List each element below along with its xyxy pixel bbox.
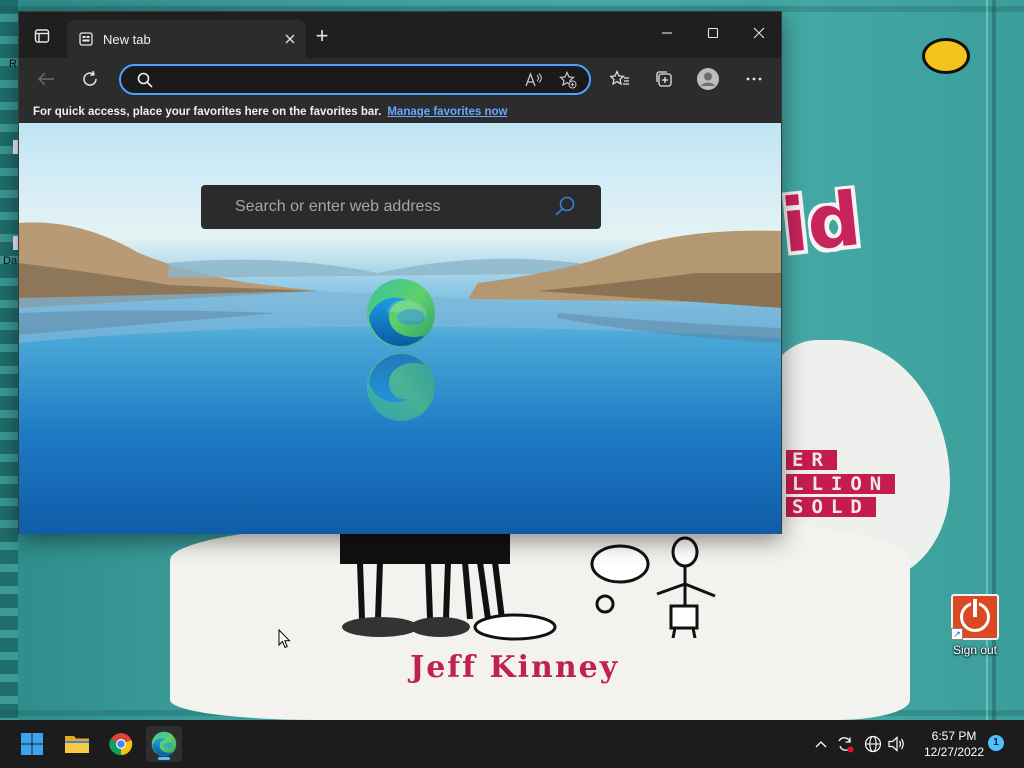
active-app-indicator	[158, 757, 170, 760]
tab-close-button[interactable]	[280, 29, 300, 49]
read-aloud-button[interactable]	[523, 70, 545, 90]
taskbar-clock[interactable]: 6:57 PM 12/27/2022	[914, 728, 994, 760]
windows-start-icon	[21, 733, 43, 755]
collections-icon	[656, 71, 672, 87]
desktop-icon-label-fragment: R	[9, 58, 17, 70]
close-icon	[753, 27, 765, 39]
mouse-cursor-icon	[278, 629, 291, 649]
more-button[interactable]	[741, 68, 767, 90]
search-icon[interactable]	[553, 195, 577, 219]
close-icon	[285, 34, 295, 44]
manage-favorites-link[interactable]: Manage favorites now	[387, 106, 507, 118]
chrome-icon	[109, 733, 133, 756]
refresh-icon	[83, 70, 97, 86]
ntp-search-box[interactable]	[201, 185, 601, 229]
address-bar[interactable]	[119, 64, 591, 95]
notification-badge[interactable]: 1	[988, 735, 1004, 751]
new-tab-page-icon	[79, 32, 93, 46]
wallpaper-legs-drawing	[340, 534, 557, 641]
start-button[interactable]	[14, 726, 50, 762]
search-icon	[137, 72, 153, 88]
taskbar-file-explorer[interactable]	[59, 726, 95, 762]
back-button[interactable]	[33, 68, 59, 90]
globe-icon	[864, 735, 882, 753]
taskbar-chrome[interactable]	[103, 726, 139, 762]
taskbar-edge[interactable]	[146, 726, 182, 762]
refresh-button[interactable]	[77, 68, 103, 90]
profile-button[interactable]	[695, 66, 721, 92]
add-favorite-button[interactable]	[557, 70, 579, 90]
clock-date: 12/27/2022	[923, 745, 985, 759]
wallpaper-banner-line: LLION	[786, 474, 896, 494]
power-icon: ↗	[951, 594, 999, 640]
desktop-icon-label: Sign out	[952, 643, 998, 657]
favorites-button[interactable]	[607, 68, 633, 90]
tray-volume-button[interactable]	[886, 734, 908, 754]
wallpaper-left-strip	[0, 0, 18, 720]
new-tab-button[interactable]: +	[309, 23, 335, 48]
tab-bar: New tab +	[19, 12, 781, 58]
profile-icon	[697, 68, 719, 90]
sync-alert-icon	[838, 737, 854, 753]
favorites-bar: For quick access, place your favorites h…	[19, 100, 781, 123]
clock-time: 6:57 PM	[931, 729, 977, 743]
taskbar: 6:57 PM 12/27/2022 1	[0, 720, 1024, 768]
favorites-bar-message: For quick access, place your favorites h…	[33, 105, 382, 118]
edge-logo-icon	[367, 279, 435, 347]
minimize-icon	[662, 32, 672, 34]
read-aloud-icon	[525, 72, 542, 87]
chevron-up-icon	[815, 741, 827, 748]
wallpaper-author: Jeff Kinney	[410, 650, 620, 685]
new-tab-page	[19, 123, 781, 534]
tab-new-tab[interactable]: New tab	[67, 20, 306, 58]
minimize-button[interactable]	[649, 20, 685, 46]
wallpaper-banner-line: ER	[786, 450, 837, 470]
favorites-icon	[610, 70, 629, 86]
maximize-button[interactable]	[695, 20, 731, 46]
back-icon	[37, 72, 54, 86]
add-favorite-icon	[559, 71, 577, 89]
edge-icon	[151, 731, 177, 757]
tray-network-button[interactable]	[862, 734, 884, 754]
more-icon	[746, 77, 762, 81]
wallpaper-kid-drawing	[590, 536, 716, 639]
tab-actions-button[interactable]	[31, 26, 53, 46]
edge-browser-window: New tab + For quick access, place your f…	[18, 11, 782, 534]
address-input[interactable]	[161, 70, 511, 90]
speaker-icon	[888, 736, 904, 752]
wallpaper-title-fragment: id	[777, 176, 865, 270]
puffin-logo	[922, 38, 970, 74]
folder-icon	[65, 736, 89, 753]
edge-logo-reflection	[367, 353, 435, 421]
tab-actions-icon	[34, 29, 50, 43]
maximize-icon	[707, 27, 719, 39]
ntp-search-input[interactable]	[235, 198, 535, 216]
browser-toolbar	[19, 58, 781, 100]
wallpaper-banner-line: SOLD	[786, 497, 876, 517]
shortcut-arrow-icon: ↗	[951, 628, 963, 640]
tab-title: New tab	[103, 31, 151, 47]
show-hidden-icons-button[interactable]	[810, 734, 832, 754]
desktop-icon-sign-out[interactable]: ↗ Sign out	[946, 594, 1004, 657]
desktop-icon-label-fragment: Da	[3, 255, 18, 267]
close-window-button[interactable]	[741, 20, 777, 46]
collections-button[interactable]	[651, 68, 677, 90]
tray-update-button[interactable]	[834, 734, 856, 754]
